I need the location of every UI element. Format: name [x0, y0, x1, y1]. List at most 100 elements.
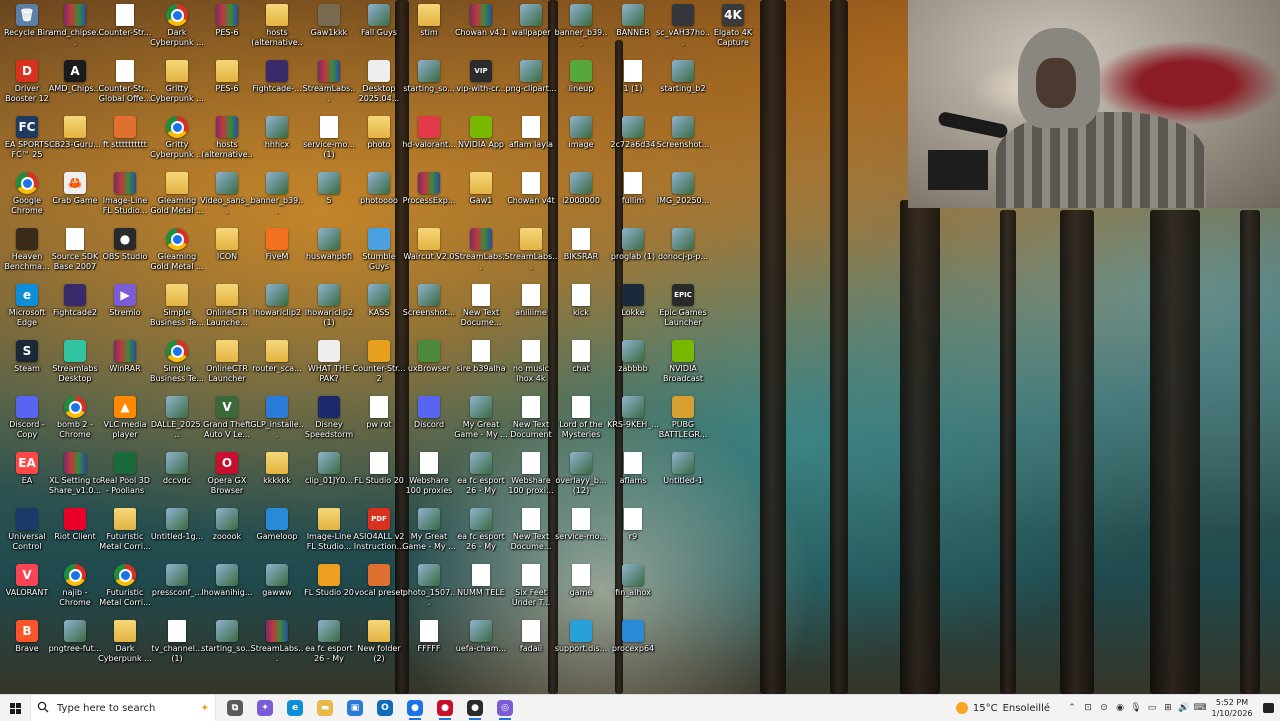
taskbar-app-stremio[interactable]: ◎	[490, 695, 520, 721]
desktop-icon[interactable]: 🗑 Recycle Bin	[0, 2, 54, 56]
desktop-icon[interactable]: DALLE_2025...	[150, 394, 204, 448]
desktop-icon[interactable]: photo	[352, 114, 406, 168]
desktop-icon[interactable]: Simple Business Te...	[150, 282, 204, 336]
desktop-icon[interactable]: ▶ Stremio	[98, 282, 152, 336]
desktop-icon[interactable]: Gameloop	[250, 506, 304, 560]
desktop-icon[interactable]: hosts (alternative...	[200, 114, 254, 168]
volume-icon[interactable]: 🔊	[1176, 695, 1192, 721]
desktop-icon[interactable]: i2000000	[554, 170, 608, 224]
desktop-icon[interactable]: photo_1507...	[402, 562, 456, 616]
desktop-icon[interactable]: Dark Cyberpunk ...	[150, 2, 204, 56]
weather-widget[interactable]: 15°C Ensoleillé	[955, 702, 1050, 714]
desktop-icon[interactable]: Simple Business Te...	[150, 338, 204, 392]
show-hidden-icons-chevron-icon[interactable]: ⌃	[1064, 695, 1080, 721]
desktop-icon[interactable]: WHAT THE PAK?	[302, 338, 356, 392]
desktop-icon[interactable]: service-mo... (1)	[302, 114, 356, 168]
desktop-icon[interactable]: Gaw1kkk	[302, 2, 356, 56]
desktop-icon[interactable]: dccvdc	[150, 450, 204, 504]
desktop-icon[interactable]: bomb 2 - Chrome	[48, 394, 102, 448]
display-icon[interactable]: ▭	[1144, 695, 1160, 721]
taskbar-search[interactable]: Type here to search ✦	[30, 695, 216, 721]
taskbar-app-task-view[interactable]: ⧉	[220, 695, 250, 721]
desktop-icon[interactable]: kkkkkk	[250, 450, 304, 504]
desktop-icon[interactable]: Six Feet Under T...	[504, 562, 558, 616]
network-icon[interactable]: ⊞	[1160, 695, 1176, 721]
desktop-icon[interactable]: My Great Game - My ...	[402, 506, 456, 560]
desktop-icon[interactable]: KRS-9KEH_...	[606, 394, 660, 448]
desktop-icon[interactable]: fin_alhox	[606, 562, 660, 616]
desktop-icon[interactable]: FL Studio 20	[352, 450, 406, 504]
desktop-icon[interactable]: stim	[402, 2, 456, 56]
desktop-icon[interactable]: Discord	[402, 394, 456, 448]
desktop-icon[interactable]: Desktop 2025.04...	[352, 58, 406, 112]
desktop-icon[interactable]: tv_channel... (1)	[150, 618, 204, 672]
desktop-icon[interactable]: StreamLabs...	[302, 58, 356, 112]
desktop-icon[interactable]: uxBrowser	[402, 338, 456, 392]
desktop-icon[interactable]: Discord - Copy	[0, 394, 54, 448]
clock[interactable]: 5:52 PM 1/10/2026	[1208, 697, 1256, 719]
desktop-icon[interactable]: hhhcx	[250, 114, 304, 168]
desktop-icon[interactable]: Counter-Str... 2	[352, 338, 406, 392]
desktop-icon[interactable]: donocj-p-p...	[656, 226, 710, 280]
desktop-icon[interactable]: Real Pool 3D - Poolians	[98, 450, 152, 504]
desktop-icon[interactable]: EPIC Epic Games Launcher	[656, 282, 710, 336]
desktop-icon[interactable]: VIP vip-with-cr...	[454, 58, 508, 112]
desktop-icon[interactable]: 🦀 Crab Game	[48, 170, 102, 224]
desktop-icon[interactable]: fullim	[606, 170, 660, 224]
desktop-icon[interactable]: router_sca...	[250, 338, 304, 392]
desktop-icon[interactable]: support.dis...	[554, 618, 608, 672]
desktop-icon[interactable]: StreamLabs...	[454, 226, 508, 280]
security-icon[interactable]: ⊙	[1096, 695, 1112, 721]
language-icon[interactable]: ⌨	[1192, 695, 1208, 721]
desktop-icon[interactable]: V VALORANT	[0, 562, 54, 616]
desktop-icon[interactable]: S Steam	[0, 338, 54, 392]
desktop-icon[interactable]: chat	[554, 338, 608, 392]
desktop-icon[interactable]: FiveM	[250, 226, 304, 280]
desktop-icon[interactable]: pw rot	[352, 394, 406, 448]
usb-icon[interactable]: ⊡	[1080, 695, 1096, 721]
desktop-icon[interactable]: Image-Line FL Studio...	[98, 170, 152, 224]
desktop-icon[interactable]: ea fc esport 26 - My Gre...	[302, 618, 356, 672]
desktop-icon[interactable]: proglab (1)	[606, 226, 660, 280]
desktop-icon[interactable]: banner_b39...	[250, 170, 304, 224]
desktop-icon[interactable]: aniiiime	[504, 282, 558, 336]
desktop-icon[interactable]: StreamLabs...	[504, 226, 558, 280]
desktop-icon[interactable]: Streamlabs Desktop	[48, 338, 102, 392]
desktop-icon[interactable]: PES-6	[200, 2, 254, 56]
desktop-icon[interactable]: starting_b2	[656, 58, 710, 112]
desktop-icon[interactable]: sc_vAH37ho...	[656, 2, 710, 56]
desktop-icon[interactable]: V Grand Theft Auto V Le...	[200, 394, 254, 448]
taskbar-app-chrome[interactable]: ●	[400, 695, 430, 721]
desktop-icon[interactable]: lhowanihig...	[200, 562, 254, 616]
desktop-icon[interactable]: Stumble Guys	[352, 226, 406, 280]
desktop-icon[interactable]: procexp64	[606, 618, 660, 672]
desktop-icon[interactable]: image	[554, 114, 608, 168]
desktop-icon[interactable]: sire b39alha	[454, 338, 508, 392]
desktop-icon[interactable]: 4K Elgato 4K Capture Utility	[706, 2, 760, 56]
taskbar-app-copilot[interactable]: ✦	[250, 695, 280, 721]
desktop-icon[interactable]: Futuristic Metal Corri...	[98, 506, 152, 560]
desktop-icon[interactable]: Dark Cyberpunk ...	[98, 618, 152, 672]
desktop-icon[interactable]: zabbbb	[606, 338, 660, 392]
desktop-icon[interactable]: no music lhox 4k	[504, 338, 558, 392]
desktop-icon[interactable]: Gaw1	[454, 170, 508, 224]
desktop-icon[interactable]: najib - Chrome	[48, 562, 102, 616]
desktop-icon[interactable]: New folder (2)	[352, 618, 406, 672]
desktop-icon[interactable]: GLP_installe...	[250, 394, 304, 448]
desktop-icon[interactable]: r9	[606, 506, 660, 560]
desktop-icon[interactable]: Webshare 100 proxies	[402, 450, 456, 504]
desktop-icon[interactable]: IMG_20250...	[656, 170, 710, 224]
taskbar-app-obs-studio[interactable]: ●	[460, 695, 490, 721]
desktop-icon[interactable]: photoooo	[352, 170, 406, 224]
taskbar-app-microsoft-store[interactable]: ▣	[340, 695, 370, 721]
desktop-icon[interactable]: Gleaming Gold Metal ...	[150, 226, 204, 280]
desktop-icon[interactable]: lhowariclip2	[250, 282, 304, 336]
desktop-icon[interactable]: My Great Game - My ...	[454, 394, 508, 448]
desktop-icon[interactable]: e Microsoft Edge	[0, 282, 54, 336]
desktop-icon[interactable]: ft stttttttttt	[98, 114, 152, 168]
desktop-icon[interactable]: Fightcade2	[48, 282, 102, 336]
desktop-icon[interactable]: Fall Guys	[352, 2, 406, 56]
desktop-icon[interactable]: gawww	[250, 562, 304, 616]
desktop-icon[interactable]: Counter-Str...	[98, 2, 152, 56]
taskbar-app-capture-app[interactable]: ●	[430, 695, 460, 721]
